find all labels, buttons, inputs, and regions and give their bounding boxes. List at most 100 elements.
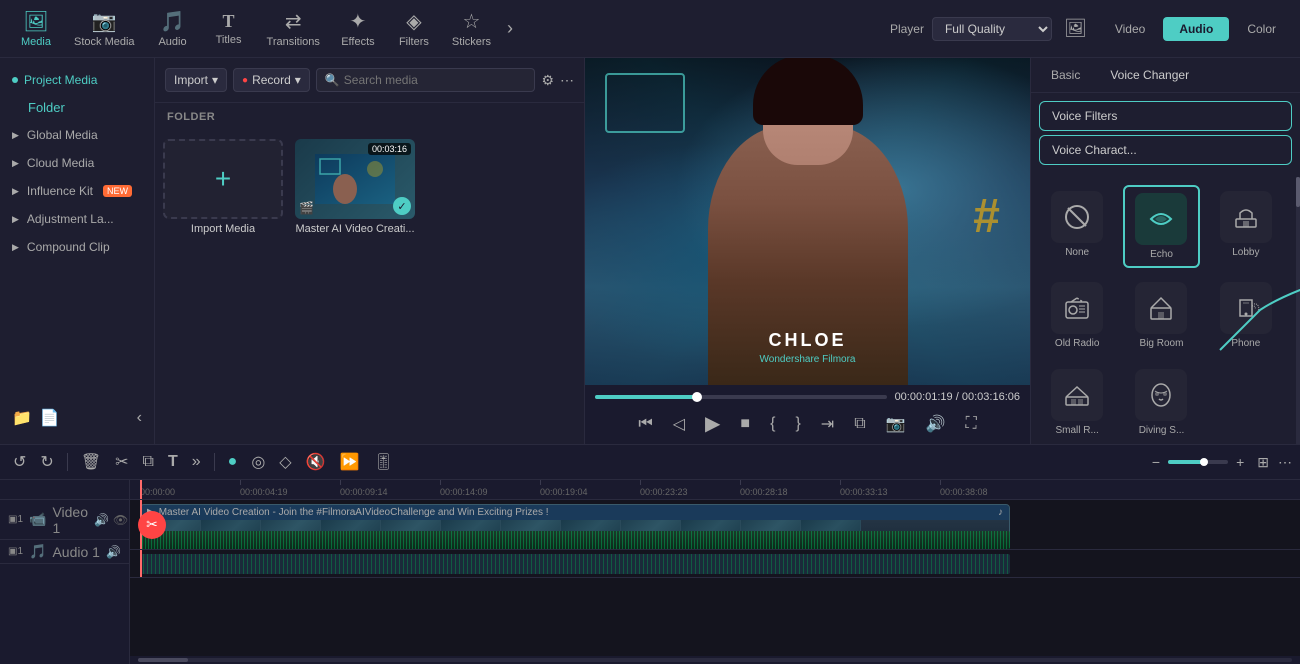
clip-title: Master AI Video Creation - Join the #Fil… [159,507,549,518]
redo-button[interactable]: ↻ [35,449,58,475]
delete-button[interactable]: 🗑 [76,449,106,475]
nav-item-stickers[interactable]: ☆ Stickers [442,5,501,52]
nav-more-button[interactable]: › [501,14,519,43]
zoom-controls: − + ⊞ ⋯ [1148,451,1292,474]
sidebar-folder-item[interactable]: Folder [0,94,154,121]
sidebar-item-compound-clip[interactable]: ▶ Compound Clip [0,233,154,261]
mark-out-button[interactable]: } [791,413,804,435]
sub-tab-basic[interactable]: Basic [1039,64,1092,86]
snapshot-icon[interactable]: 🖼 [1064,18,1087,39]
mark-in-button[interactable]: { [766,413,779,435]
voice-item-big-room[interactable]: Big Room [1123,276,1199,355]
toolbar-separator-2 [214,453,215,471]
nav-item-transitions[interactable]: ⇄ Transitions [257,5,330,52]
sidebar-item-influence-kit[interactable]: ▶ Influence Kit NEW [0,177,154,205]
sidebar-item-project-media[interactable]: Project Media [0,66,154,94]
more-tools-button[interactable]: » [187,450,206,474]
eye-icon[interactable]: 👁 [113,513,128,527]
voice-item-lobby[interactable]: Lobby [1208,185,1284,268]
zoom-slider[interactable] [1168,460,1228,464]
tab-audio[interactable]: Audio [1163,17,1229,41]
import-thumb[interactable]: + [163,139,283,219]
snap-tool[interactable]: ● [223,450,243,474]
quality-select[interactable]: Full Quality Half Quality Quarter Qualit… [932,17,1052,41]
voice-item-echo[interactable]: Echo [1123,185,1199,268]
scroll-track[interactable] [138,658,1292,662]
import-media-item[interactable]: + Import Media [163,139,283,235]
undo-button[interactable]: ↺ [8,449,31,475]
more-options-icon[interactable]: ⋯ [560,72,574,89]
nav-item-stock[interactable]: 📷 Stock Media [64,5,145,52]
toolbar-separator [67,453,68,471]
video-media-item[interactable]: 00:03:16 ✓ 🎬 Master AI Video Creati... [295,139,415,235]
name-overlay: CHLOE Wondershare Filmora [760,330,856,365]
track-label-audio1: ▣1 🎵 Audio 1 🔊 [0,540,129,564]
step-back-button[interactable]: ⏮ [634,413,656,435]
voice-item-small-room[interactable]: Small R... [1039,363,1115,442]
video-track-icons: 🔊 👁 [94,513,128,527]
voice-item-phone[interactable]: Phone [1208,276,1284,355]
expand-icon: ▶ [12,186,19,197]
zoom-in-button[interactable]: + [1232,452,1248,472]
overlay-button[interactable]: ⧉ [850,413,869,435]
nav-item-audio[interactable]: 🎵 Audio [145,5,201,52]
video-file-icon: 🎬 [299,201,314,215]
scrubber-bar[interactable] [595,395,887,399]
audio-clip[interactable] [140,554,1010,574]
sidebar-item-adjustment[interactable]: ▶ Adjustment La... [0,205,154,233]
scroll-bar[interactable] [1296,177,1300,444]
voice-item-diving[interactable]: Diving S... [1123,363,1199,442]
nav-item-media[interactable]: 🖼 Media [8,5,64,52]
voice-item-old-radio[interactable]: Old Radio [1039,276,1115,355]
track-name-video1: Video 1 [52,504,88,536]
audio-btn[interactable]: 🔊 [922,412,950,436]
grid-button[interactable]: ⊞ [1252,451,1274,474]
voice-item-none[interactable]: None [1039,185,1115,268]
preview-area: # CHLOE Wondershare Filmora [585,58,1030,385]
nav-item-titles[interactable]: T Titles [201,7,257,50]
timeline-more-button[interactable]: ⋯ [1278,454,1292,471]
mute-icon[interactable]: 🔊 [94,513,109,527]
sidebar-item-global-media[interactable]: ▶ Global Media [0,121,154,149]
play-button[interactable]: ▶ [701,409,724,438]
scissors-marker: ✂ [138,511,166,539]
stock-icon: 📷 [92,9,117,34]
add-item-icon[interactable]: 📄 [40,408,60,428]
big-room-label: Big Room [1140,338,1184,349]
beat-tool[interactable]: ◎ [246,449,270,475]
insert-button[interactable]: ⇥ [817,412,838,436]
collapse-sidebar-button[interactable]: ‹ [137,409,142,427]
keyframe-tool[interactable]: ◇ [274,449,296,475]
import-button[interactable]: Import ▾ [165,68,227,92]
person-name-display: CHLOE [760,330,856,351]
echo-icon-box [1135,193,1187,245]
audio-mute-icon[interactable]: 🔊 [106,545,121,559]
silence-tool[interactable]: 🔇 [301,449,331,475]
voice-characters-button[interactable]: Voice Charact... [1039,135,1292,165]
big-room-icon [1147,294,1175,322]
cut-button[interactable]: ✂ [110,449,133,475]
fullscreen-button[interactable]: ⛶ [961,413,980,435]
snapshot-btn[interactable]: 📷 [882,412,910,436]
frame-back-button[interactable]: ◁ [669,412,689,436]
filter-icon[interactable]: ⚙ [541,72,554,89]
tab-color[interactable]: Color [1231,17,1292,41]
tab-video[interactable]: Video [1099,17,1161,41]
search-input[interactable] [344,73,527,87]
audio-adj-tool[interactable]: 🎚 [368,449,398,475]
record-button[interactable]: ● Record ▾ [233,68,310,92]
video-thumb[interactable]: 00:03:16 ✓ 🎬 [295,139,415,219]
nav-item-filters[interactable]: ◈ Filters [386,5,442,52]
stop-button[interactable]: ■ [736,413,754,435]
text-tool[interactable]: T [163,450,183,474]
split-button[interactable]: ⧉ [138,450,159,474]
audio-track-number: ▣1 [8,546,23,557]
zoom-out-button[interactable]: − [1148,452,1164,472]
nav-item-effects[interactable]: ✦ Effects [330,5,386,52]
sub-tab-voice-changer[interactable]: Voice Changer [1098,64,1201,86]
voice-filters-button[interactable]: Voice Filters [1039,101,1292,131]
add-folder-icon[interactable]: 📁 [12,408,32,428]
speed-tool[interactable]: ⏩ [335,449,365,475]
panel-tab-group: Video Audio Color [1099,17,1292,41]
sidebar-item-cloud-media[interactable]: ▶ Cloud Media [0,149,154,177]
